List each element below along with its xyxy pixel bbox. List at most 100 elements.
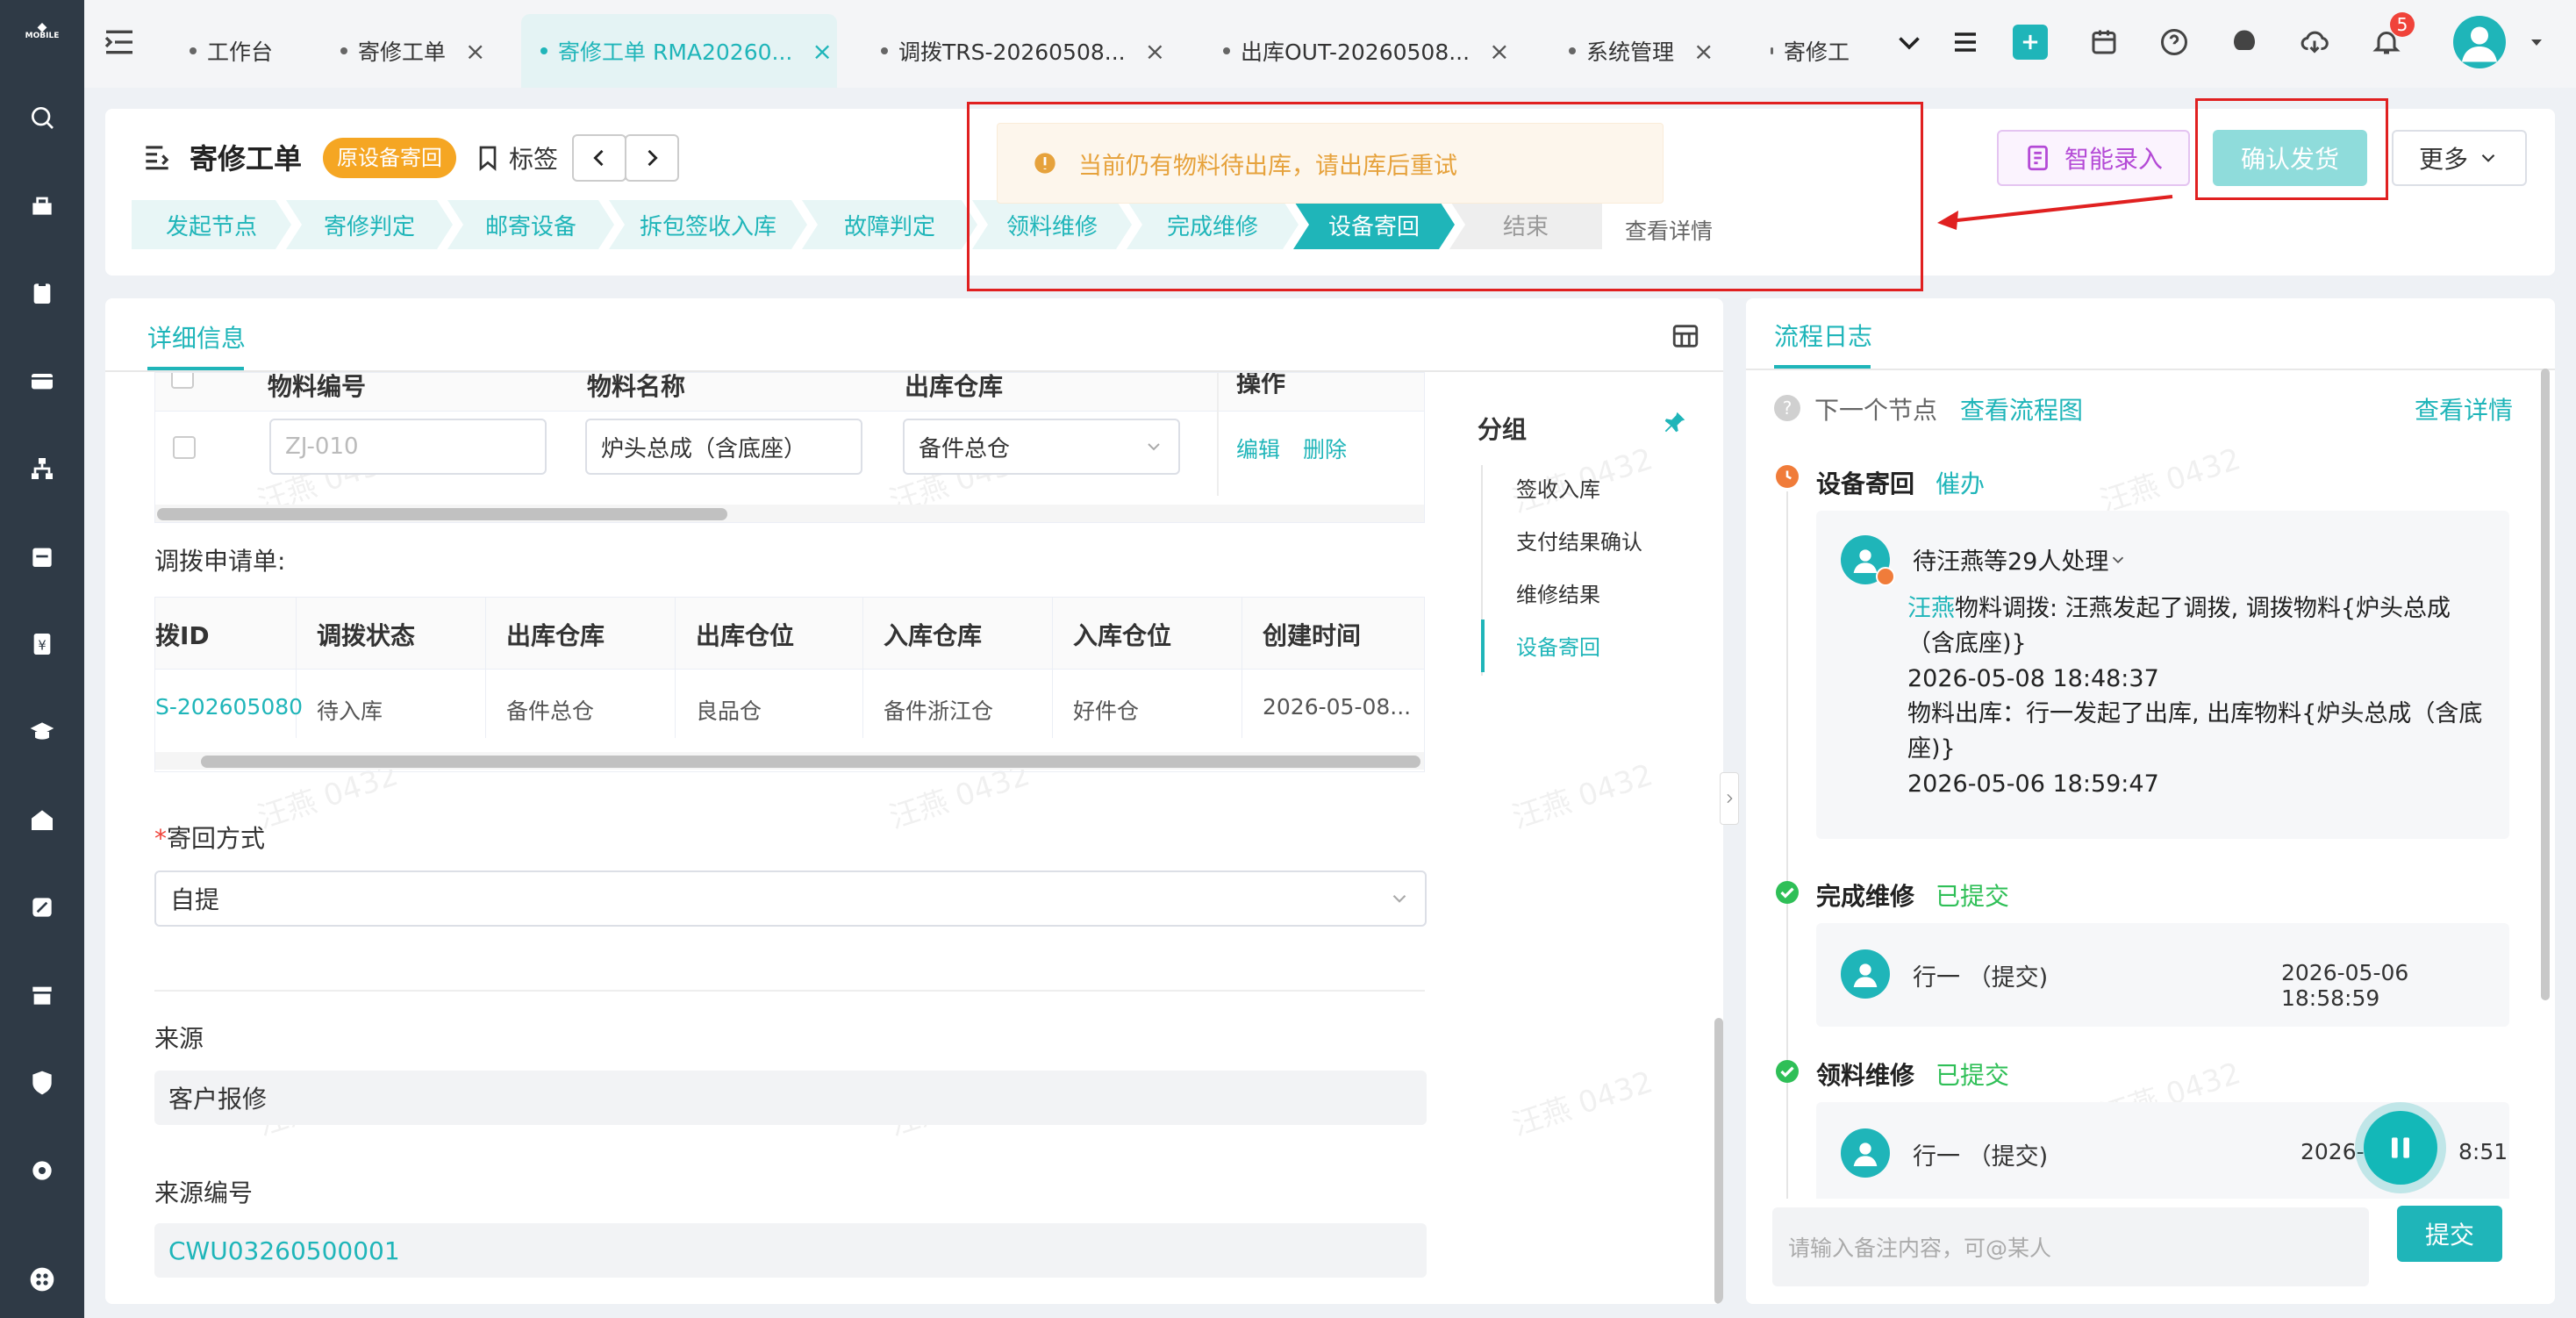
clipboard-icon[interactable] <box>25 276 60 311</box>
tab-detail-info[interactable]: 详细信息 <box>147 319 246 355</box>
close-icon[interactable]: × <box>1693 37 1714 66</box>
material-name-input[interactable]: 炉头总成（含底座） <box>585 419 862 475</box>
apps-icon[interactable] <box>25 1262 60 1297</box>
close-icon[interactable]: × <box>1145 37 1165 66</box>
calendar-icon[interactable] <box>2085 23 2123 61</box>
col-out-location: 出库仓位 <box>696 621 795 650</box>
tab-transfer[interactable]: 调拨TRS-20260508... × <box>881 14 1165 88</box>
tag-button[interactable]: 标签 <box>474 140 558 175</box>
log-card: 待汪燕等29人处理 汪燕物料调拨: 汪燕发起了调拨, 调拨物料{炉头总成 （含底… <box>1816 511 2509 839</box>
tab-workbench[interactable]: 工作台 <box>190 14 273 88</box>
panel-collapse-handle[interactable] <box>1720 772 1739 825</box>
step-mail-device[interactable]: 邮寄设备 <box>447 200 614 249</box>
close-icon[interactable]: × <box>812 37 832 66</box>
comment-input[interactable]: 请输入备注内容，可@某人 <box>1772 1207 2369 1286</box>
smart-entry-button[interactable]: 智能录入 <box>1997 130 2190 186</box>
mention-user[interactable]: 汪燕 <box>1907 595 1955 622</box>
col-divider <box>485 598 486 738</box>
more-button[interactable]: 更多 <box>2392 130 2527 186</box>
step-initiate[interactable]: 发起节点 <box>132 200 291 249</box>
tab-divider <box>1746 369 2555 370</box>
step-repair-judgement[interactable]: 寄修判定 <box>286 200 453 249</box>
col-divider <box>675 598 676 738</box>
chevron-down-icon[interactable] <box>1890 23 1928 61</box>
skin-icon[interactable] <box>2225 23 2264 61</box>
submitted-status: 已提交 <box>1936 882 2010 911</box>
row-checkbox[interactable] <box>173 436 196 459</box>
log-actor: 行一 （提交) <box>1913 964 2049 992</box>
close-icon[interactable]: × <box>1489 37 1509 66</box>
log-time-tail: 8:51 <box>2458 1139 2508 1164</box>
return-method-select[interactable]: 自提 <box>154 870 1427 927</box>
close-icon[interactable]: × <box>465 37 485 66</box>
material-code-input[interactable]: ZJ-010 <box>269 419 547 475</box>
store-icon[interactable] <box>25 978 60 1013</box>
user-menu-chevron-icon[interactable] <box>2523 23 2550 61</box>
pause-recording-button[interactable] <box>2364 1111 2437 1185</box>
delete-link[interactable]: 删除 <box>1303 433 1347 464</box>
warehouse-select[interactable]: 备件总仓 <box>903 419 1180 475</box>
annotation-highlight-box <box>967 102 1923 291</box>
group-item-payment[interactable]: 支付结果确认 <box>1516 525 1642 555</box>
col-warehouse: 出库仓库 <box>905 372 1004 401</box>
source-number-link[interactable]: CWU03260500001 <box>154 1223 1427 1278</box>
step-unpack-receive[interactable]: 拆包签收入库 <box>609 200 807 249</box>
finance-icon[interactable]: ¥ <box>25 627 60 662</box>
app-logo[interactable]: ◆ MOBILE <box>19 21 65 44</box>
submit-comment-button[interactable]: 提交 <box>2397 1206 2502 1262</box>
pin-icon[interactable] <box>1662 409 1688 439</box>
view-details-link[interactable]: 查看详情 <box>2415 391 2513 426</box>
group-item-repair-result[interactable]: 维修结果 <box>1516 577 1600 608</box>
log-message: 汪燕物料调拨: 汪燕发起了调拨, 调拨物料{炉头总成 （含底座)} 2026-0… <box>1907 595 2483 798</box>
pending-handlers[interactable]: 待汪燕等29人处理 <box>1913 542 2128 577</box>
calendar-icon[interactable] <box>25 539 60 574</box>
service-icon[interactable] <box>25 188 60 223</box>
prev-button[interactable] <box>572 134 626 182</box>
transfer-id-link[interactable]: S-202605080 <box>155 694 303 720</box>
tools-icon[interactable] <box>25 890 60 925</box>
org-chart-icon[interactable] <box>25 451 60 486</box>
tab-outbound[interactable]: 出库OUT-20260508... × <box>1223 14 1510 88</box>
horizontal-scrollbar[interactable] <box>201 756 1420 768</box>
training-icon[interactable] <box>25 714 60 749</box>
next-button[interactable] <box>625 134 679 182</box>
shield-icon[interactable] <box>25 1065 60 1100</box>
col-divider <box>1052 598 1053 738</box>
urge-link[interactable]: 催办 <box>1936 465 1985 500</box>
help-icon[interactable] <box>2155 23 2193 61</box>
home-icon[interactable] <box>25 802 60 837</box>
in-location: 好件仓 <box>1073 698 1140 724</box>
card-icon[interactable] <box>25 363 60 398</box>
menu-collapse-icon[interactable] <box>102 25 137 60</box>
user-avatar[interactable] <box>2453 16 2506 68</box>
annotation-arrow <box>1937 195 2173 230</box>
group-item-receive[interactable]: 签收入库 <box>1516 472 1600 503</box>
edit-link[interactable]: 编辑 <box>1236 433 1280 464</box>
chevron-down-icon <box>1392 894 1406 903</box>
vertical-scrollbar[interactable] <box>2541 369 2550 1000</box>
step-fault-judgement[interactable]: 故障判定 <box>802 200 977 249</box>
tab-repair-orders[interactable]: 寄修工单 × <box>340 14 485 88</box>
cloud-download-icon[interactable] <box>2295 23 2334 61</box>
select-all-checkbox[interactable] <box>171 373 194 389</box>
tab-repair-order-detail[interactable]: 寄修工单 RMA20260... × <box>521 14 837 88</box>
group-item-return[interactable]: 设备寄回 <box>1516 630 1600 661</box>
gear-icon[interactable] <box>25 1153 60 1188</box>
layout-toggle-icon[interactable] <box>1671 321 1700 355</box>
chevron-left-icon <box>593 149 604 167</box>
tab-flow-log[interactable]: 流程日志 <box>1774 318 1872 353</box>
vertical-scrollbar[interactable] <box>1714 1018 1723 1304</box>
list-icon[interactable] <box>1946 23 1985 61</box>
add-icon[interactable] <box>2013 25 2048 60</box>
col-transfer-status: 调拨状态 <box>317 621 416 650</box>
tab-repair-truncated[interactable]: 寄修工 <box>1771 14 1850 88</box>
search-icon[interactable] <box>25 100 60 135</box>
timeline-line <box>1786 491 1788 1264</box>
section-divider <box>154 990 1425 992</box>
submitted-status: 已提交 <box>1936 1061 2010 1090</box>
horizontal-scrollbar[interactable] <box>157 508 727 520</box>
tab-system-admin[interactable]: 系统管理 × <box>1569 14 1714 88</box>
chevron-down-icon <box>2113 556 2124 563</box>
warehouse-value: 备件总仓 <box>919 435 1011 462</box>
view-flowchart-link[interactable]: 查看流程图 <box>1960 391 2083 426</box>
